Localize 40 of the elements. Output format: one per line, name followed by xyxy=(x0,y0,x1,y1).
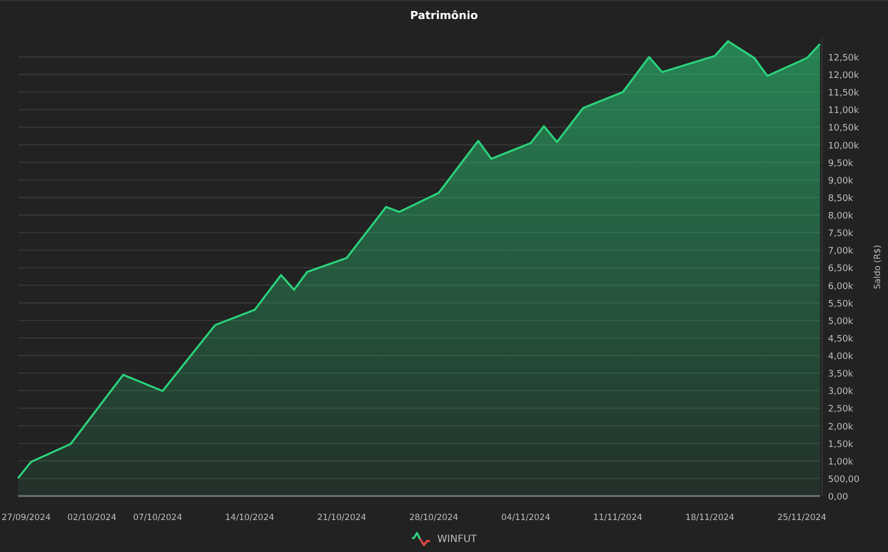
axis-tick-label: 12,00k xyxy=(828,71,859,82)
axis-tick-label: 3,00k xyxy=(828,387,854,398)
axis-tick-label: 4,00k xyxy=(828,352,854,362)
axis-tick-label: 14/10/2024 xyxy=(225,513,274,523)
axis-tick-label: 500,00 xyxy=(828,474,860,485)
axis-tick-label: 11,50k xyxy=(828,88,859,99)
axis-tick-label: 7,00k xyxy=(828,246,854,257)
axis-tick-label: 6,50k xyxy=(828,264,854,274)
legend-item[interactable]: WINFUT xyxy=(411,532,477,546)
axis-tick-label: 1,00k xyxy=(828,457,854,468)
axis-tick-label: 9,50k xyxy=(828,158,854,169)
axis-tick-label: 04/11/2024 xyxy=(501,513,550,523)
axis-tick-label: 2,00k xyxy=(828,422,854,432)
trend-line-icon xyxy=(411,532,432,546)
axis-title: Saldo (R$) xyxy=(873,244,883,290)
axis-tick-label: 10,00k xyxy=(828,141,859,152)
axis-tick-label: 3,50k xyxy=(828,370,854,380)
chart-title: Patrimônio xyxy=(410,9,478,22)
axis-tick-label: 21/10/2024 xyxy=(317,513,366,523)
axis-tick-label: 0,00 xyxy=(828,492,848,502)
axis-tick-label: 8,50k xyxy=(828,194,854,204)
axis-tick-label: 8,00k xyxy=(828,212,854,222)
axis-tick-label: 25/11/2024 xyxy=(777,513,826,523)
axis-tick-label: 27/09/2024 xyxy=(2,513,51,523)
axis-tick-label: 12,50k xyxy=(828,53,859,64)
axis-tick-label: 5,00k xyxy=(828,316,854,327)
axis-tick-label: 18/11/2024 xyxy=(685,513,734,523)
axis-tick-label: 1,50k xyxy=(828,440,854,450)
axis-tick-label: 9,00k xyxy=(828,176,854,186)
axis-tick-label: 11/11/2024 xyxy=(593,513,642,523)
axis-tick-label: 5,50k xyxy=(828,299,854,310)
axis-tick-label: 6,00k xyxy=(828,282,854,292)
axis-tick-label: 4,50k xyxy=(828,334,854,344)
axis-tick-label: 10,50k xyxy=(828,124,859,134)
axis-tick-label: 2,50k xyxy=(828,404,854,415)
axis-tick-label: 28/10/2024 xyxy=(409,513,458,523)
axis-tick-label: 11,00k xyxy=(828,106,859,116)
axis-tick-label: 02/10/2024 xyxy=(67,513,116,523)
axis-tick-label: 07/10/2024 xyxy=(133,513,182,523)
axis-tick-label: 7,50k xyxy=(828,229,854,240)
